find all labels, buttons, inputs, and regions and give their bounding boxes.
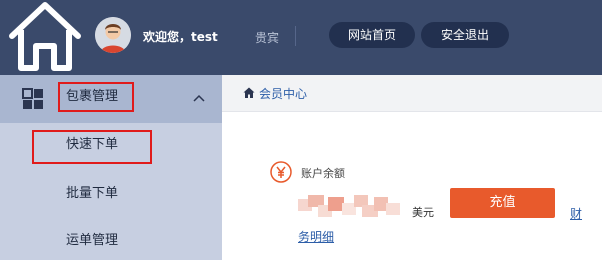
sidebar-item-label: 批量下单 xyxy=(66,186,119,201)
sidebar-group-title: 包裹管理 xyxy=(58,82,134,112)
user-avatar[interactable] xyxy=(95,17,131,53)
blurred-balance-amount xyxy=(298,195,400,217)
top-header: 欢迎您，test 贵宾 网站首页 安全退出 xyxy=(0,0,602,75)
breadcrumb-link[interactable]: 会员中心 xyxy=(259,85,307,102)
sidebar: 包裹管理 快速下单 批量下单 运单管理 xyxy=(0,75,222,260)
grid-icon xyxy=(22,88,43,109)
finance-detail-link[interactable]: 务明细 xyxy=(298,228,334,245)
currency-label: 美元 xyxy=(412,206,434,219)
breadcrumb: 会员中心 xyxy=(222,75,602,112)
highlight-box xyxy=(32,130,152,164)
site-home-button[interactable]: 网站首页 xyxy=(329,22,415,48)
house-icon[interactable] xyxy=(6,0,84,74)
header-divider xyxy=(295,26,296,46)
finance-link[interactable]: 财 xyxy=(570,205,602,222)
welcome-text: 欢迎您，test xyxy=(143,30,218,44)
chevron-up-icon[interactable] xyxy=(192,92,206,104)
sidebar-group-header[interactable]: 包裹管理 xyxy=(0,75,222,123)
recharge-button[interactable]: 充值 xyxy=(450,188,555,218)
yen-icon xyxy=(270,161,292,183)
logout-button[interactable]: 安全退出 xyxy=(421,22,509,48)
balance-label: 账户余额 xyxy=(301,167,345,180)
home-icon xyxy=(243,87,255,98)
user-role-badge: 贵宾 xyxy=(255,31,280,45)
sidebar-item-label: 运单管理 xyxy=(66,233,119,248)
sidebar-item-batch-order[interactable]: 批量下单 xyxy=(0,172,222,216)
sidebar-item-waybill-management[interactable]: 运单管理 xyxy=(0,219,222,263)
